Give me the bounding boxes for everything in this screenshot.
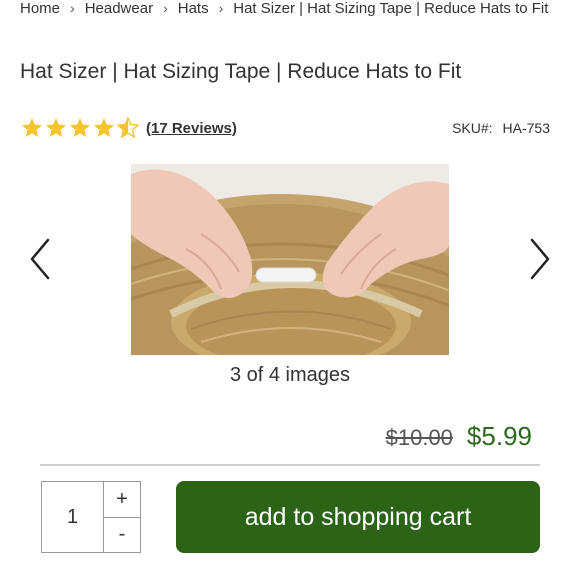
breadcrumb: Home › Headwear › Hats › Hat Sizer | Hat…: [20, 0, 580, 18]
hat-sizer-photo: [131, 164, 449, 355]
chevron-right-icon: ›: [70, 0, 75, 16]
decrement-button[interactable]: -: [104, 518, 140, 553]
star-full-icon: [94, 118, 114, 137]
quantity-stepper: 1 + -: [41, 481, 141, 553]
price: $10.00 $5.99: [386, 421, 532, 452]
product-gallery: [0, 162, 580, 357]
product-title: Hat Sizer | Hat Sizing Tape | Reduce Hat…: [20, 60, 462, 83]
sku: SKU#: HA-753: [452, 120, 550, 136]
chevron-right-icon[interactable]: [524, 234, 554, 284]
star-rating[interactable]: [20, 116, 140, 140]
quantity-input[interactable]: 1: [42, 482, 104, 552]
star-half-icon: [116, 116, 140, 139]
rating-row: (17 Reviews) SKU#: HA-753: [20, 116, 550, 140]
sku-label: SKU#:: [452, 120, 493, 136]
breadcrumb-headwear[interactable]: Headwear: [85, 0, 153, 17]
quantity-buttons: + -: [104, 482, 140, 552]
reviews-link[interactable]: (17 Reviews): [146, 120, 237, 137]
increment-button[interactable]: +: [104, 482, 140, 518]
divider: [40, 464, 540, 466]
image-counter: 3 of 4 images: [229, 364, 351, 386]
star-full-icon: [70, 118, 90, 137]
sku-value: HA-753: [502, 120, 550, 136]
chevron-right-icon: ›: [218, 0, 224, 16]
breadcrumb-hats[interactable]: Hats: [178, 0, 209, 17]
breadcrumb-current[interactable]: Hat Sizer | Hat Sizing Tape | Reduce Hat…: [233, 0, 548, 17]
sale-price: $5.99: [466, 421, 532, 451]
star-full-icon: [46, 118, 66, 137]
star-full-icon: [22, 118, 42, 137]
add-to-cart-button[interactable]: add to shopping cart: [176, 481, 540, 553]
chevron-right-icon: ›: [163, 0, 168, 16]
product-image[interactable]: [131, 164, 449, 355]
chevron-left-icon[interactable]: [26, 234, 56, 284]
breadcrumb-home[interactable]: Home: [20, 0, 60, 17]
original-price: $10.00: [385, 425, 453, 450]
